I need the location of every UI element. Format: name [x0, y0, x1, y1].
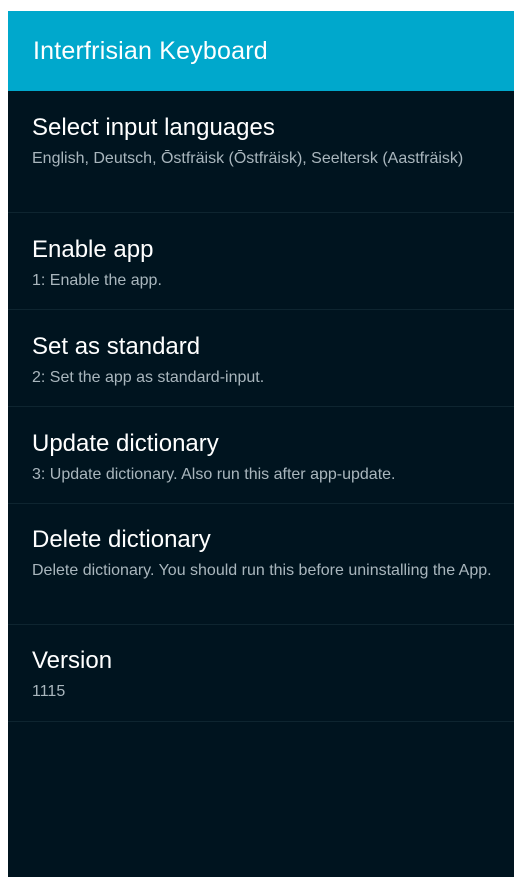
pref-summary: 2: Set the app as standard-input.	[32, 369, 265, 386]
preferences-list: Select input languages English, Deutsch,…	[8, 91, 514, 722]
pref-title: Update dictionary	[32, 430, 219, 457]
pref-summary: 1: Enable the app.	[32, 272, 162, 289]
pref-title: Version	[32, 647, 113, 674]
pref-title: Delete dictionary	[32, 526, 211, 553]
pref-set-as-standard[interactable]: Set as standard 2: Set the app as standa…	[8, 310, 514, 407]
pref-summary: English, Deutsch, Ōstfräisk (Ōstfräisk),…	[32, 150, 464, 167]
settings-screen: Interfrisian Keyboard Select input langu…	[8, 11, 514, 877]
pref-delete-dictionary[interactable]: Delete dictionary Delete dictionary. You…	[8, 504, 514, 625]
app-bar: Interfrisian Keyboard	[8, 11, 514, 91]
pref-title: Select input languages	[32, 114, 275, 141]
pref-update-dictionary[interactable]: Update dictionary 3: Update dictionary. …	[8, 407, 514, 504]
pref-summary: 1115	[32, 683, 66, 700]
pref-select-input-languages[interactable]: Select input languages English, Deutsch,…	[8, 91, 514, 213]
pref-summary: 3: Update dictionary. Also run this afte…	[32, 466, 396, 483]
app-title: Interfrisian Keyboard	[33, 36, 268, 65]
pref-summary: Delete dictionary. You should run this b…	[32, 562, 492, 579]
pref-title: Set as standard	[32, 333, 201, 360]
pref-enable-app[interactable]: Enable app 1: Enable the app.	[8, 213, 514, 310]
pref-title: Enable app	[32, 236, 154, 263]
pref-version[interactable]: Version 1115	[8, 625, 514, 722]
